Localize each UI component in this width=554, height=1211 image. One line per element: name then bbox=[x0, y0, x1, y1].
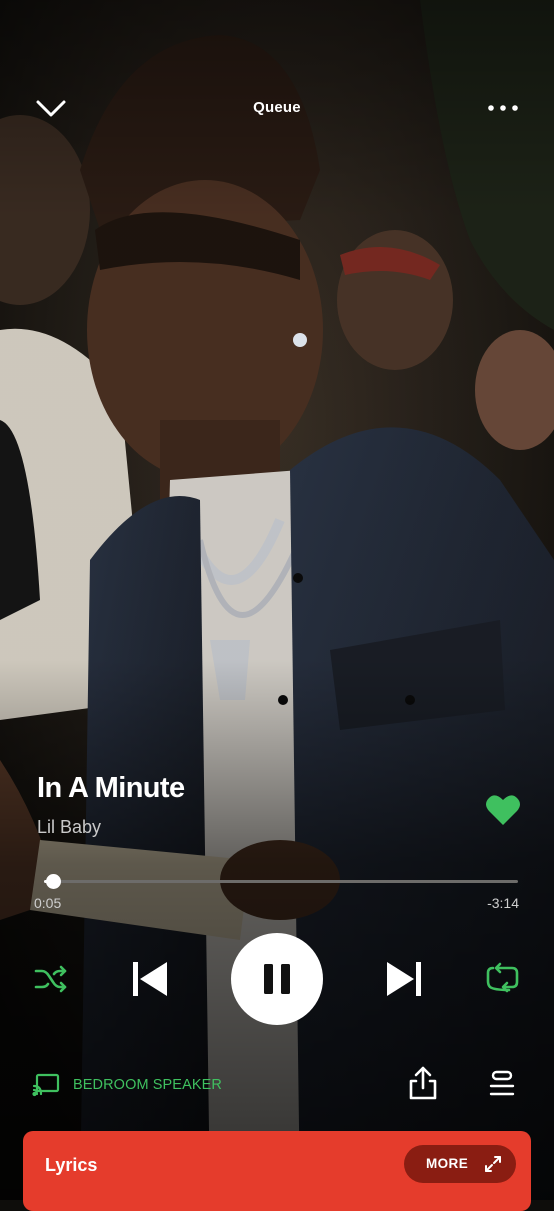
connect-device-button[interactable]: BEDROOM SPEAKER bbox=[32, 1071, 262, 1099]
more-horizontal-icon[interactable] bbox=[484, 96, 524, 120]
remaining-time: -3:14 bbox=[487, 895, 519, 911]
top-bar: Queue bbox=[0, 0, 554, 216]
elapsed-time: 0:05 bbox=[34, 895, 62, 911]
skip-previous-icon[interactable] bbox=[129, 958, 171, 1000]
lyrics-more-button[interactable]: MORE bbox=[404, 1145, 516, 1183]
page-title[interactable]: Queue bbox=[0, 99, 554, 116]
lyrics-label: Lyrics bbox=[45, 1155, 98, 1175]
shuffle-icon[interactable] bbox=[32, 960, 70, 998]
device-name: BEDROOM SPEAKER bbox=[73, 1077, 222, 1093]
track-artist[interactable]: Lil Baby bbox=[37, 817, 101, 838]
track-title[interactable]: In A Minute bbox=[37, 772, 185, 805]
cast-device-icon bbox=[32, 1073, 60, 1097]
progress-bar[interactable] bbox=[44, 874, 518, 889]
lyrics-more-label: MORE bbox=[426, 1156, 469, 1171]
heart-icon[interactable] bbox=[484, 792, 522, 828]
skip-next-icon[interactable] bbox=[383, 958, 425, 1000]
share-icon[interactable] bbox=[406, 1064, 440, 1102]
pause-button[interactable] bbox=[231, 933, 323, 1025]
lyrics-card[interactable]: Lyrics MORE bbox=[23, 1131, 531, 1211]
repeat-icon[interactable] bbox=[484, 960, 522, 998]
queue-icon[interactable] bbox=[486, 1068, 518, 1100]
expand-icon bbox=[483, 1154, 503, 1174]
pause-icon bbox=[264, 964, 290, 994]
